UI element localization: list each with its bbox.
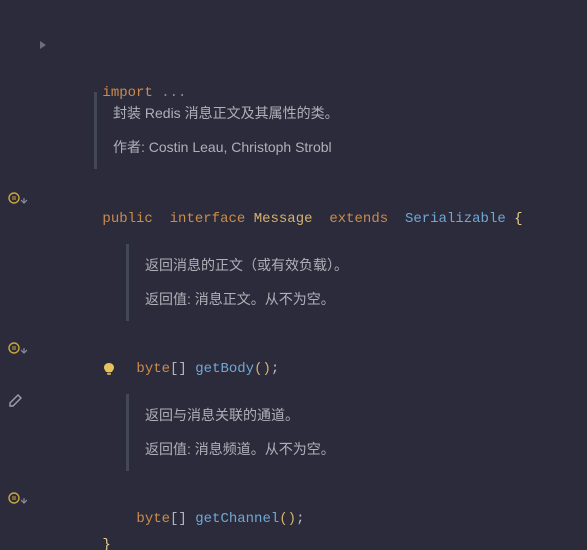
gutter-hint-icon[interactable] xyxy=(8,340,34,356)
javadoc-author: 作者: Costin Leau, Christoph Strobl xyxy=(113,138,553,158)
class-declaration[interactable]: public interface Message extends Seriali… xyxy=(52,186,587,208)
method-javadoc: 返回消息的正文（或有效负载）。 返回值: 消息正文。从不为空。 xyxy=(126,244,567,321)
javadoc-returns: 返回值: 消息频道。从不为空。 xyxy=(145,440,553,460)
method-declaration[interactable]: byte[] getChannel(); xyxy=(86,486,587,508)
javadoc-summary: 返回与消息关联的通道。 xyxy=(145,406,553,426)
supertype: Serializable xyxy=(405,211,506,227)
code-area[interactable]: import ... 封装 Redis 消息正文及其属性的类。 作者: Cost… xyxy=(42,0,587,550)
javadoc-summary: 封装 Redis 消息正文及其属性的类。 xyxy=(113,104,553,124)
method-javadoc: 返回与消息关联的通道。 返回值: 消息频道。从不为空。 xyxy=(126,394,567,471)
closing-brace[interactable]: } xyxy=(52,512,587,534)
gutter xyxy=(0,0,42,550)
javadoc-summary: 返回消息的正文（或有效负载）。 xyxy=(145,256,553,276)
import-fold-line[interactable]: import ... xyxy=(52,38,587,60)
gutter-hint-icon[interactable] xyxy=(8,190,34,206)
lightbulb-icon[interactable] xyxy=(102,362,116,376)
pencil-icon[interactable] xyxy=(8,392,26,410)
class-javadoc: 封装 Redis 消息正文及其属性的类。 作者: Costin Leau, Ch… xyxy=(94,92,567,169)
chevron-right-icon[interactable] xyxy=(40,41,46,49)
code-editor[interactable]: import ... 封装 Redis 消息正文及其属性的类。 作者: Cost… xyxy=(0,0,587,550)
method-declaration[interactable]: byte[] getBody(); xyxy=(86,336,587,358)
gutter-hint-icon[interactable] xyxy=(8,490,34,506)
javadoc-returns: 返回值: 消息正文。从不为空。 xyxy=(145,290,553,310)
type-name: Message xyxy=(254,211,313,227)
method-name: getBody xyxy=(195,361,254,377)
